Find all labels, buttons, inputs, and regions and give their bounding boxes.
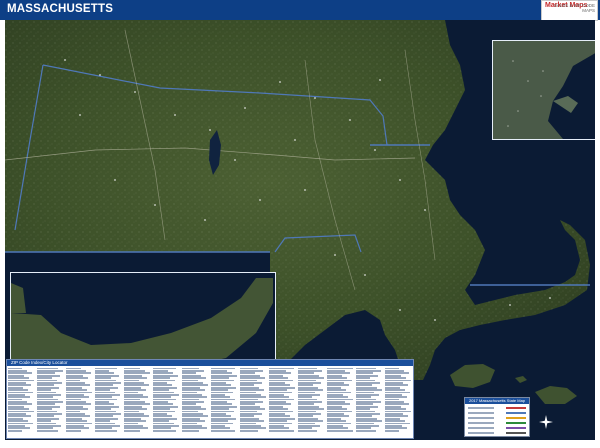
zip-index-entry (95, 429, 117, 432)
zip-index-column (37, 367, 64, 437)
zip-index-entry (66, 429, 81, 432)
zip-index-entry (124, 429, 140, 432)
north-arrow-icon (539, 415, 553, 429)
zip-index-column (298, 367, 325, 437)
zip-index-entry (385, 429, 399, 432)
zip-index-entry (269, 429, 294, 432)
island-marthas-vineyard (450, 364, 495, 388)
zip-index-entry (153, 429, 176, 432)
map-legend: 2017 Massachusetts State Map (464, 397, 530, 437)
zip-index-entry (182, 429, 199, 432)
bottom-margin (0, 441, 600, 448)
zip-index-column (240, 367, 267, 437)
zip-index-column (182, 367, 209, 437)
legend-row (468, 427, 528, 430)
zip-index-entry (240, 429, 258, 432)
zip-index-column (153, 367, 180, 437)
brand-tagline: SALES & ZIP CODE MAPS (553, 3, 595, 13)
zip-index-columns (8, 367, 412, 437)
zip-index-column (95, 367, 122, 437)
zip-index-column (356, 367, 383, 437)
boston-inset-map (493, 41, 595, 139)
legend-row (468, 407, 528, 410)
zip-index-column (124, 367, 151, 437)
zip-index-column (8, 367, 35, 437)
boston-inset[interactable] (492, 40, 595, 140)
zip-index-entry (37, 429, 58, 432)
zip-index-entry (8, 429, 22, 432)
title-bar: MASSACHUSETTS Market Maps SALES & ZIP CO… (0, 0, 600, 21)
map-title: MASSACHUSETTS (7, 3, 114, 15)
zip-index-entry (298, 429, 317, 432)
zip-index-header: ZIP Code Index/City Locator (7, 360, 413, 366)
legend-row (468, 432, 528, 435)
zip-index-entry (211, 429, 235, 432)
zip-index-column (385, 367, 412, 437)
legend-row (468, 412, 528, 415)
zip-index-column (66, 367, 93, 437)
zip-index-column (211, 367, 238, 437)
zip-index-entry (327, 429, 353, 432)
zip-index-column (269, 367, 296, 437)
brand-logo: Market Maps SALES & ZIP CODE MAPS (541, 0, 598, 21)
zip-code-index: ZIP Code Index/City Locator (6, 359, 414, 439)
legend-title: 2017 Massachusetts State Map (465, 398, 529, 404)
zip-index-entry (356, 429, 376, 432)
zip-index-column (327, 367, 354, 437)
island-nantucket (535, 386, 577, 404)
legend-row (468, 422, 528, 425)
legend-row (468, 417, 528, 420)
island-small (515, 376, 527, 383)
